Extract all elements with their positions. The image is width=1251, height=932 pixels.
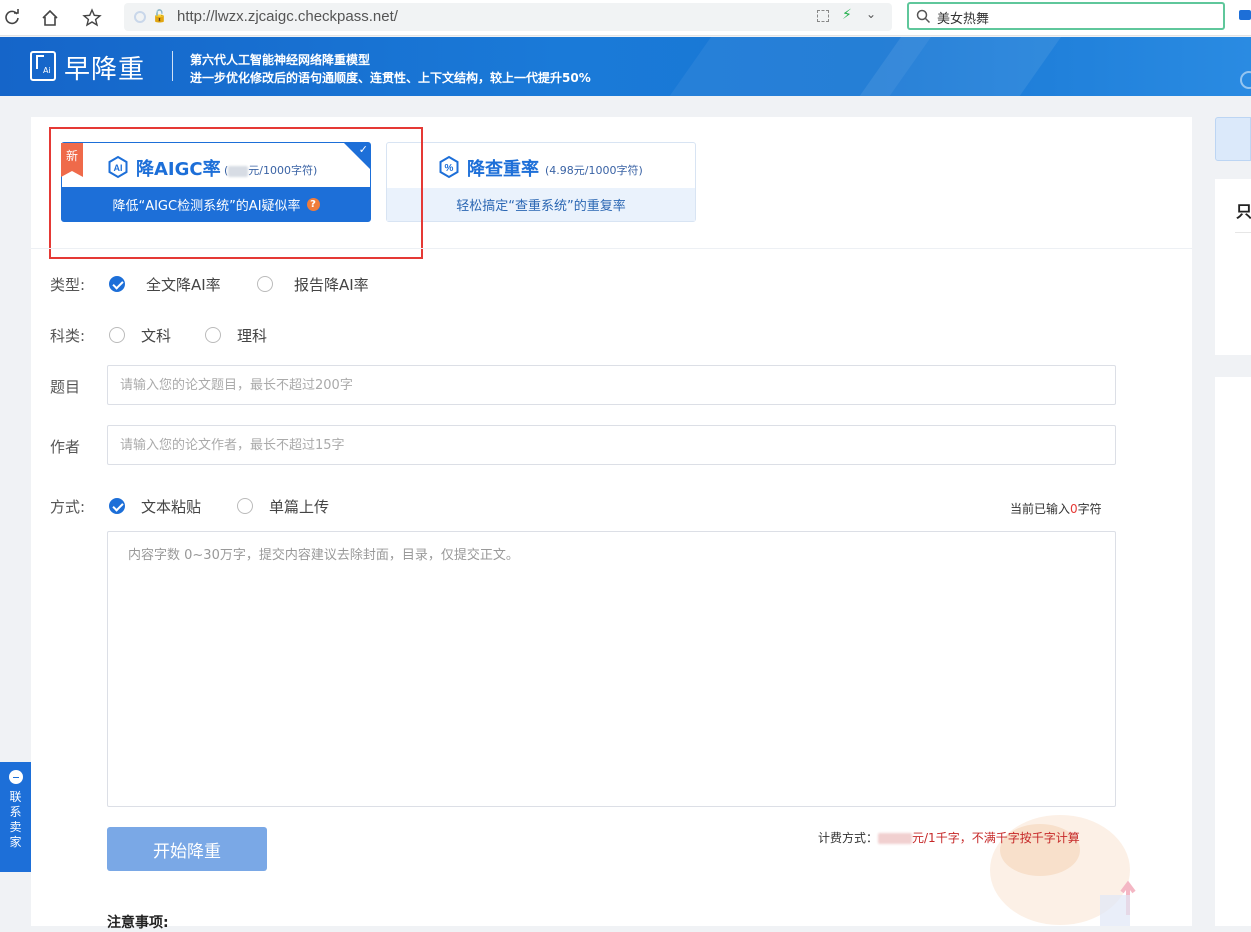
contact-seller-label: 联系卖家 [9, 790, 22, 849]
section-divider [31, 248, 1192, 249]
url-text: http://lwzx.zjcaigc.checkpass.net/ [177, 8, 398, 25]
billing-price-redacted [878, 833, 913, 844]
type-radio-report[interactable] [257, 276, 273, 292]
subject-radio-science[interactable] [205, 327, 221, 343]
right-side-tab[interactable] [1215, 117, 1251, 161]
title-input[interactable] [107, 365, 1116, 405]
tagline-line2: 进一步优化修改后的语句通顺度、连贯性、上下文结构，较上一代提升50% [190, 71, 591, 85]
site-info-icon[interactable] [134, 11, 146, 23]
logo-text[interactable]: 早降重 [64, 49, 145, 86]
search-input[interactable]: 美女热舞 [937, 8, 989, 27]
qr-code-icon[interactable] [817, 10, 829, 22]
method-radio-upload[interactable] [237, 498, 253, 514]
address-bar[interactable]: 🔓 http://lwzx.zjcaigc.checkpass.net/ ⚡ ⌄ [124, 3, 892, 31]
mail-icon[interactable] [1239, 10, 1251, 20]
subject-option-science[interactable]: 理科 [237, 325, 267, 346]
logo-icon[interactable]: Ai [30, 51, 56, 81]
method-radio-paste[interactable] [109, 498, 125, 514]
percent-icon: % [439, 155, 459, 179]
lightning-icon[interactable]: ⚡ [842, 7, 852, 23]
chevron-down-icon[interactable]: ⌄ [866, 7, 876, 21]
browser-toolbar: 🔓 http://lwzx.zjcaigc.checkpass.net/ ⚡ ⌄… [0, 0, 1251, 36]
svg-text:%: % [445, 163, 454, 174]
header-divider [172, 51, 173, 81]
type-radio-full[interactable] [109, 276, 125, 292]
title-label: 题目 [50, 378, 81, 396]
subject-label: 科类: [50, 327, 86, 345]
content-textarea[interactable] [107, 531, 1116, 807]
start-button[interactable]: 开始降重 [107, 827, 267, 871]
header-ring-icon [1240, 71, 1251, 89]
decorative-illustration [990, 815, 1136, 926]
author-input[interactable] [107, 425, 1116, 465]
subject-radio-arts[interactable] [109, 327, 125, 343]
site-header: Ai 早降重 第六代人工智能神经网络降重模型 进一步优化修改后的语句通顺度、连贯… [0, 37, 1251, 96]
notes-title: 注意事项: [107, 915, 169, 931]
right-panel-title: 只 [1236, 202, 1251, 221]
search-icon [916, 9, 931, 24]
card-price-plagiarism: (4.98元/1000字符) [545, 164, 643, 177]
home-icon[interactable] [38, 6, 62, 30]
char-count: 当前已输入0字符 [1010, 502, 1102, 516]
chat-icon [8, 770, 23, 784]
star-icon[interactable] [80, 6, 104, 30]
method-option-paste[interactable]: 文本粘贴 [141, 496, 201, 517]
card-desc-plagiarism: 轻松搞定“查重系统”的重复率 [387, 188, 695, 221]
right-panel-divider [1235, 232, 1251, 233]
annotation-highlight-box [49, 127, 423, 259]
browser-search-box[interactable]: 美女热舞 [907, 2, 1225, 30]
service-card-plagiarism[interactable]: % 降查重率 (4.98元/1000字符) 轻松搞定“查重系统”的重复率 [386, 142, 696, 222]
billing-info: 计费方式： 元/1千字，不满千字按千字计算 [818, 831, 1080, 845]
author-label: 作者 [50, 438, 81, 456]
type-option-full[interactable]: 全文降AI率 [146, 274, 221, 295]
reload-icon[interactable] [0, 6, 24, 30]
type-option-report[interactable]: 报告降AI率 [294, 274, 369, 295]
method-label: 方式: [50, 498, 86, 516]
tagline-line1: 第六代人工智能神经网络降重模型 [190, 53, 371, 67]
card-title-plagiarism: 降查重率 [467, 159, 539, 180]
method-option-upload[interactable]: 单篇上传 [269, 496, 329, 517]
type-label: 类型: [50, 276, 86, 294]
subject-option-arts[interactable]: 文科 [141, 325, 171, 346]
contact-seller-button[interactable]: 联系卖家 [0, 762, 31, 872]
right-side-panel-2 [1215, 377, 1251, 926]
insecure-lock-icon: 🔓 [152, 9, 167, 23]
